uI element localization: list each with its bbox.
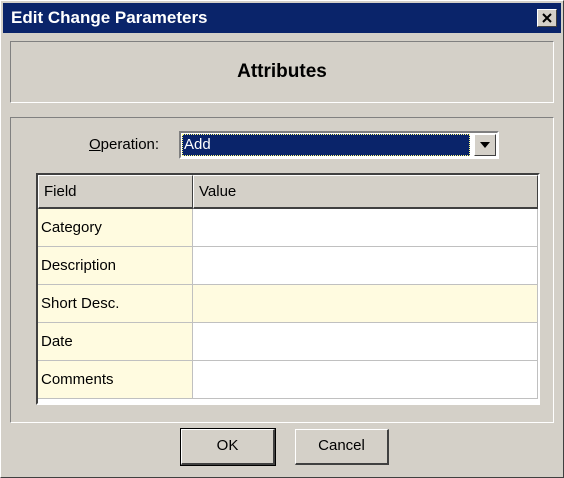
field-cell: Date (38, 323, 193, 361)
chevron-down-icon (480, 142, 490, 148)
table-row: Comments (38, 361, 538, 399)
dialog-window: Edit Change Parameters Attributes Operat… (0, 0, 564, 478)
table-row: Category (38, 209, 538, 247)
value-cell[interactable] (193, 323, 538, 361)
table-row: Description (38, 247, 538, 285)
table-row: Short Desc. (38, 285, 538, 323)
header-title: Attributes (237, 61, 327, 82)
operation-value: Add (182, 134, 470, 156)
window-title: Edit Change Parameters (11, 8, 208, 27)
dropdown-button[interactable] (474, 134, 496, 156)
field-cell: Comments (38, 361, 193, 399)
grid-header: Field Value (38, 175, 538, 209)
value-cell[interactable] (193, 209, 538, 247)
cancel-button[interactable]: Cancel (295, 429, 389, 465)
field-cell: Category (38, 209, 193, 247)
close-icon (542, 13, 552, 23)
table-row: Date (38, 323, 538, 361)
column-header-value[interactable]: Value (193, 175, 538, 209)
attributes-grid: Field Value Category Description Short D… (36, 173, 540, 405)
value-cell[interactable] (193, 361, 538, 399)
title-bar[interactable]: Edit Change Parameters (3, 3, 561, 33)
operation-label: Operation: (89, 136, 160, 153)
header-panel: Attributes (10, 41, 554, 103)
close-button[interactable] (537, 9, 557, 27)
ok-button[interactable]: OK (180, 428, 276, 466)
column-header-field[interactable]: Field (38, 175, 193, 209)
value-cell[interactable] (193, 285, 538, 323)
value-cell[interactable] (193, 247, 538, 285)
operation-dropdown[interactable]: Add (179, 131, 499, 159)
field-cell: Short Desc. (38, 285, 193, 323)
field-cell: Description (38, 247, 193, 285)
